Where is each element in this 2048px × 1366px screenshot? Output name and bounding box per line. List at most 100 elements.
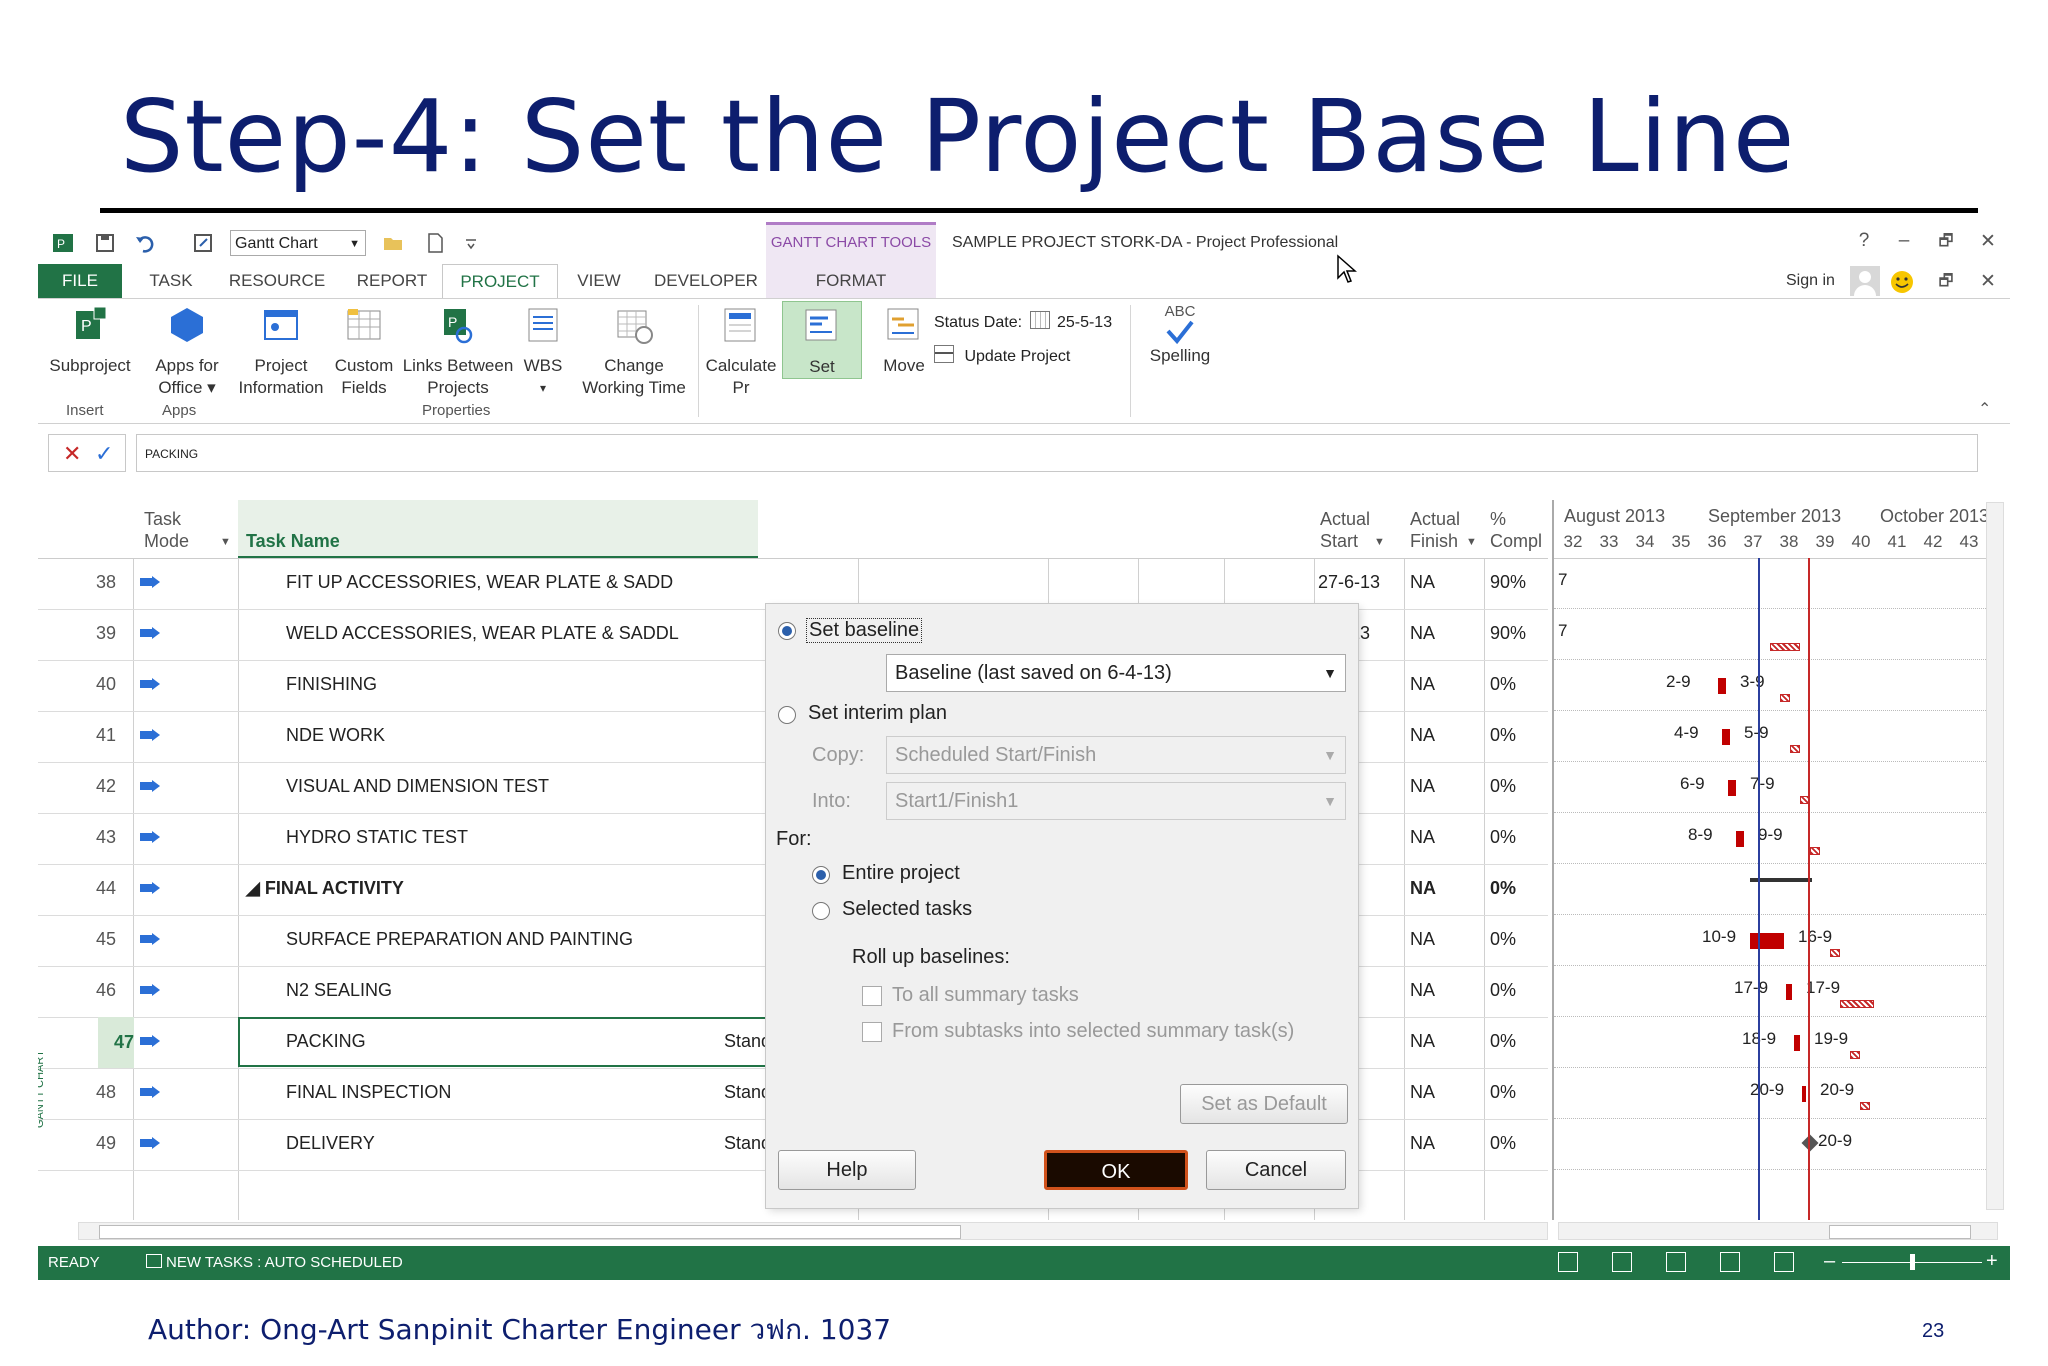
cancel-button[interactable]: Cancel (1206, 1150, 1346, 1190)
tab-file[interactable]: FILE (38, 264, 122, 298)
gantt-view-icon[interactable] (1558, 1252, 1578, 1272)
percent-complete-cell[interactable]: 0% (1490, 878, 1516, 899)
move-project-button[interactable]: Move (864, 305, 944, 377)
task-usage-icon[interactable] (1612, 1252, 1632, 1272)
view-select[interactable]: Gantt Chart ▼ (230, 230, 366, 256)
percent-complete-cell[interactable]: 0% (1490, 674, 1516, 695)
actual-finish-cell[interactable]: NA (1410, 980, 1435, 1001)
zoom-slider-thumb[interactable] (1910, 1254, 1915, 1270)
gantt-task-bar[interactable] (1736, 831, 1744, 847)
restore-doc-button[interactable]: 🗗 (1932, 270, 1960, 294)
actual-start-cell[interactable]: 27-6-13 (1318, 572, 1380, 593)
team-planner-icon[interactable] (1666, 1252, 1686, 1272)
wbs-button[interactable]: WBS ▾ (516, 305, 570, 399)
column-filter-icon[interactable]: ▼ (220, 536, 231, 548)
status-date-control[interactable]: Status Date: 25-5-13 (934, 311, 1112, 332)
help-dialog-button[interactable]: Help (778, 1150, 916, 1190)
percent-complete-cell[interactable]: 0% (1490, 725, 1516, 746)
apps-for-office-button[interactable]: Apps for Office ▾ (146, 305, 228, 399)
zoom-out-icon[interactable]: – (1824, 1250, 1835, 1273)
save-icon[interactable] (94, 232, 116, 254)
gantt-horizontal-scrollbar[interactable] (1558, 1222, 1998, 1240)
tab-task[interactable]: TASK (136, 264, 206, 298)
accept-entry-icon[interactable]: ✓ (95, 441, 113, 467)
column-header-task-name[interactable]: Task Name (238, 500, 758, 558)
project-information-button[interactable]: Project Information (232, 305, 330, 399)
task-name-cell[interactable]: FINISHING (286, 674, 377, 695)
entry-field[interactable]: PACKING (136, 434, 1978, 472)
user-avatar-icon[interactable] (1850, 266, 1880, 296)
report-icon[interactable] (1774, 1252, 1794, 1272)
column-header-actual-finish[interactable]: Actual Finish (1410, 508, 1460, 552)
column-filter-icon[interactable]: ▼ (1466, 536, 1477, 548)
column-header-percent-complete[interactable]: % Compl (1490, 508, 1542, 552)
change-working-time-button[interactable]: Change Working Time (572, 305, 696, 399)
gantt-task-bar[interactable] (1750, 933, 1784, 949)
gantt-task-bar[interactable] (1794, 1035, 1800, 1051)
task-name-cell[interactable]: HYDRO STATIC TEST (286, 827, 468, 848)
tab-report[interactable]: REPORT (342, 264, 442, 298)
cancel-entry-icon[interactable]: ✕ (63, 441, 81, 467)
vertical-scrollbar[interactable] (1986, 502, 2004, 1210)
gantt-task-bar[interactable] (1718, 678, 1726, 694)
column-header-actual-start[interactable]: Actual Start (1320, 508, 1370, 552)
set-baseline-radio[interactable] (778, 622, 796, 640)
selected-tasks-radio[interactable] (812, 902, 830, 920)
tab-project[interactable]: PROJECT (442, 264, 558, 298)
zoom-in-icon[interactable]: + (1986, 1250, 1998, 1273)
subproject-button[interactable]: P Subproject (44, 305, 136, 377)
to-all-summary-checkbox[interactable] (862, 986, 882, 1006)
smiley-feedback-icon[interactable] (1890, 270, 1914, 294)
gantt-task-bar[interactable] (1786, 984, 1792, 1000)
actual-finish-cell[interactable]: NA (1410, 725, 1435, 746)
actual-finish-cell[interactable]: NA (1410, 572, 1435, 593)
percent-complete-cell[interactable]: 0% (1490, 1133, 1516, 1154)
tab-format[interactable]: FORMAT (766, 264, 936, 298)
help-button[interactable]: ? (1850, 230, 1878, 254)
minimize-button[interactable]: – (1890, 230, 1918, 254)
percent-complete-cell[interactable]: 0% (1490, 776, 1516, 797)
percent-complete-cell[interactable]: 0% (1490, 1031, 1516, 1052)
task-name-cell[interactable]: FIT UP ACCESSORIES, WEAR PLATE & SADD (286, 572, 673, 593)
actual-finish-cell[interactable]: NA (1410, 827, 1435, 848)
spelling-button[interactable]: ABC Spelling (1136, 304, 1224, 367)
column-filter-icon[interactable]: ▼ (1374, 536, 1385, 548)
set-baseline-button[interactable]: Set (782, 301, 862, 379)
percent-complete-cell[interactable]: 90% (1490, 623, 1526, 644)
open-folder-icon[interactable] (382, 232, 404, 254)
scroll-thumb[interactable] (1829, 1225, 1971, 1239)
task-name-cell[interactable]: FINAL INSPECTION (286, 1082, 451, 1103)
percent-complete-cell[interactable]: 0% (1490, 1082, 1516, 1103)
actual-finish-cell[interactable]: NA (1410, 674, 1435, 695)
close-doc-button[interactable]: ✕ (1974, 270, 2002, 294)
percent-complete-cell[interactable]: 90% (1490, 572, 1526, 593)
actual-finish-cell[interactable]: NA (1410, 1082, 1435, 1103)
entire-project-radio[interactable] (812, 866, 830, 884)
into-select[interactable]: Start1/Finish1 ▼ (886, 782, 1346, 820)
actual-finish-cell[interactable]: NA (1410, 1133, 1435, 1154)
task-name-cell[interactable]: DELIVERY (286, 1133, 375, 1154)
column-header-task-mode[interactable]: Task Mode (144, 508, 189, 552)
task-name-cell[interactable]: WELD ACCESSORIES, WEAR PLATE & SADDL (286, 623, 679, 644)
sign-in-link[interactable]: Sign in (1786, 272, 1835, 290)
new-document-icon[interactable] (424, 232, 446, 254)
ok-button[interactable]: OK (1044, 1150, 1188, 1190)
actual-finish-cell[interactable]: NA (1410, 1031, 1435, 1052)
close-button[interactable]: ✕ (1974, 230, 2002, 254)
update-project-button[interactable]: Update Project (934, 345, 1070, 366)
task-name-cell[interactable]: NDE WORK (286, 725, 385, 746)
copy-select[interactable]: Scheduled Start/Finish ▼ (886, 736, 1346, 774)
gantt-task-bar[interactable] (1802, 1086, 1806, 1102)
custom-fields-button[interactable]: Custom Fields (328, 305, 400, 399)
tab-view[interactable]: VIEW (564, 264, 634, 298)
percent-complete-cell[interactable]: 0% (1490, 980, 1516, 1001)
percent-complete-cell[interactable]: 0% (1490, 929, 1516, 950)
actual-finish-cell[interactable]: NA (1410, 623, 1435, 644)
calculate-project-button[interactable]: Calculate Pr (700, 305, 782, 399)
save-as-icon[interactable] (192, 232, 214, 254)
task-name-cell[interactable]: N2 SEALING (286, 980, 392, 1001)
task-name-cell[interactable]: SURFACE PREPARATION AND PAINTING (286, 929, 633, 950)
baseline-select[interactable]: Baseline (last saved on 6-4-13) ▼ (886, 654, 1346, 692)
tab-developer[interactable]: DEVELOPER (644, 264, 768, 298)
restore-button[interactable]: 🗗 (1932, 230, 1960, 254)
